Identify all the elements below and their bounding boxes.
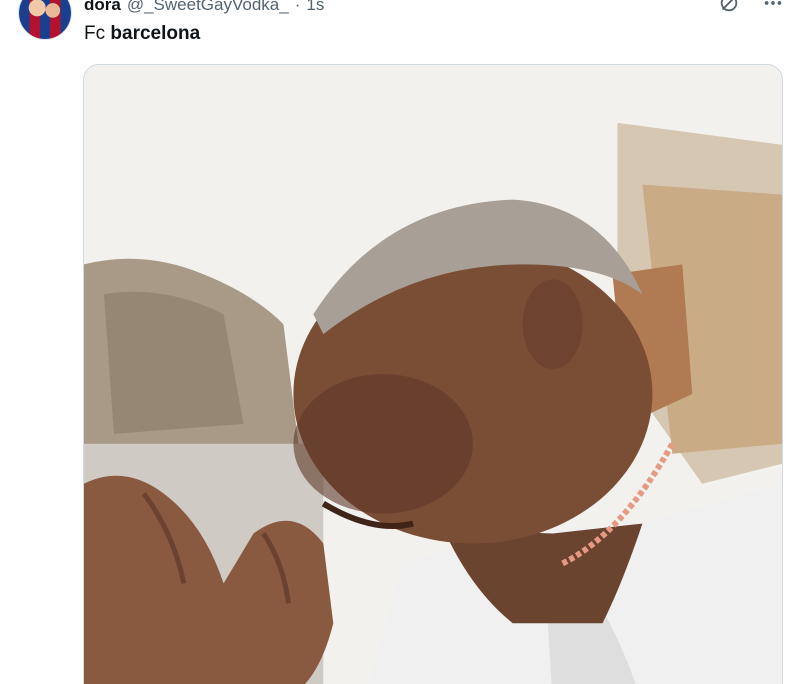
header-actions: [718, 0, 784, 14]
avatar[interactable]: [18, 0, 72, 40]
tweet-card[interactable]: dora @_SweetGayVodka_ · 1s Fc barcelona: [0, 0, 812, 684]
author-name[interactable]: dora: [84, 0, 121, 15]
video-frame-image: [84, 65, 782, 684]
tweet-header: dora @_SweetGayVodka_ · 1s: [84, 0, 812, 16]
author-handle[interactable]: @_SweetGayVodka_: [127, 0, 289, 15]
more-icon[interactable]: [762, 0, 784, 14]
tweet-text-prefix: Fc: [84, 23, 106, 44]
grok-icon[interactable]: [718, 0, 740, 14]
separator-dot: ·: [294, 0, 301, 14]
tweet-text: Fc barcelona: [84, 22, 200, 46]
tweet-text-bold: barcelona: [110, 23, 201, 44]
video-frame[interactable]: [83, 64, 783, 684]
timestamp[interactable]: 1s: [306, 0, 324, 15]
